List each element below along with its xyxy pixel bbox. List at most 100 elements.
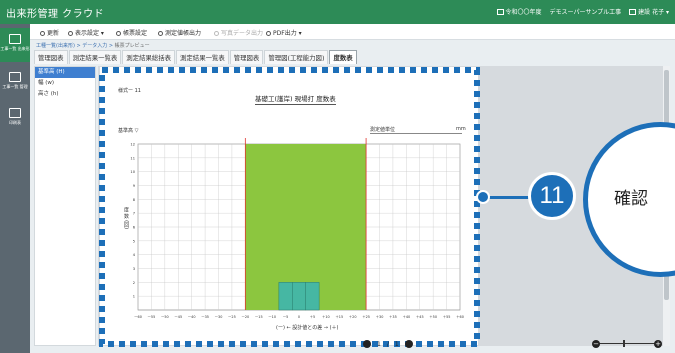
- x-tick-labels: ー60 ー55 ー50 ー45 ー40 ー35 ー30 ー25 ー20 ー15 ー10 ー5 0 ＋5 ＋1…: [134, 315, 464, 319]
- y-tick-label: 4: [133, 253, 136, 257]
- export-values-button[interactable]: 測定値帳出力: [158, 28, 201, 37]
- breadcrumb-link-list[interactable]: 工種一覧(出来形): [36, 43, 75, 49]
- user-menu[interactable]: 建設 花子 ▾: [629, 7, 669, 16]
- page-separator: /: [386, 340, 389, 348]
- export-icon: [158, 31, 163, 36]
- tab-results-summary[interactable]: 測定結果総括表: [122, 50, 176, 64]
- display-icon: [68, 31, 73, 36]
- tab-results-list[interactable]: 測定結果一覧表: [68, 50, 122, 64]
- next-page-button[interactable]: [404, 340, 413, 348]
- form-settings-button[interactable]: 帳票設定: [116, 28, 147, 37]
- y-axis-label: 度 数 (回): [123, 206, 129, 229]
- x-tick-label: ＋25: [362, 315, 370, 319]
- y-tick-label: 2: [133, 281, 135, 285]
- display-settings-button[interactable]: 表示設定 ▾: [68, 28, 104, 37]
- y-tick-label: 10: [130, 170, 135, 174]
- x-tick-label: ＋10: [322, 315, 330, 319]
- bars: [278, 282, 320, 311]
- callout-label: 確認: [614, 189, 648, 209]
- tab-bar: 管理図表 測定結果一覧表 測定結果総括表 測定結果一覧表 管理図表 管理図(工程…: [34, 50, 357, 64]
- rail-item-management[interactable]: 工事一覧 管理: [0, 66, 30, 100]
- table-icon: [9, 108, 21, 118]
- breadcrumb: 工種一覧(出来形) > データ入力 > 帳票プレビュー: [36, 43, 150, 49]
- tab-results-list-2[interactable]: 測定結果一覧表: [176, 50, 229, 64]
- app-window: 出来形管理 クラウド 令和〇〇年度 デモスーパーサンプル工事 建設 花子 ▾ 工…: [0, 0, 675, 353]
- x-axis-label: (ー) ← 設計値との差 → (＋): [276, 324, 339, 331]
- x-tick-label: ー25: [228, 315, 236, 319]
- x-tick-label: ＋5: [310, 315, 316, 319]
- header-info: 令和〇〇年度 デモスーパーサンプル工事 建設 花子 ▾: [496, 7, 669, 16]
- rail-item-progress[interactable]: 工事一覧 出来形: [0, 28, 30, 62]
- x-tick-label: ー45: [174, 315, 182, 319]
- x-tick-label: ＋15: [335, 315, 343, 319]
- list-item[interactable]: 基準高 (H): [35, 67, 95, 78]
- refresh-button[interactable]: 更新: [40, 28, 59, 37]
- step-number-badge: 11: [528, 172, 576, 220]
- user-icon: [629, 9, 637, 15]
- photo-icon: [214, 31, 219, 36]
- list-item[interactable]: 高さ (h): [35, 89, 95, 100]
- tab-frequency-table[interactable]: 度数表: [329, 50, 357, 64]
- frequency-chart: ー60 ー55 ー50 ー45 ー40 ー35 ー30 ー25 ー20 ー15 ー10 ー5 0 ＋5 ＋1…: [123, 138, 464, 331]
- page-total: 1: [394, 340, 399, 348]
- breadcrumb-link-input[interactable]: データ入力: [82, 43, 107, 49]
- fiscal-year[interactable]: 令和〇〇年度: [496, 7, 542, 16]
- list-icon: [9, 72, 21, 82]
- zoom-handle[interactable]: [623, 340, 625, 347]
- list-item[interactable]: 幅 (w): [35, 78, 95, 89]
- y-tick-label: 7: [133, 212, 135, 216]
- zoom-track: [597, 343, 655, 344]
- tab-control-chart[interactable]: 管理図表: [34, 50, 68, 64]
- x-tick-label: ＋45: [416, 315, 424, 319]
- tab-capability-chart[interactable]: 管理図(工程能力図): [264, 50, 329, 64]
- measurement-list: 基準高 (H) 幅 (w) 高さ (h): [34, 66, 96, 346]
- zoom-in-icon[interactable]: +: [654, 340, 662, 348]
- x-tick-label: ＋55: [443, 315, 451, 319]
- y-tick-label: 12: [130, 143, 135, 147]
- y-tick-label: 6: [133, 226, 136, 230]
- x-tick-label: ー50: [161, 315, 169, 319]
- x-tick-label: 0: [298, 315, 300, 319]
- x-tick-label: ＋60: [456, 315, 464, 319]
- y-tick-label: 5: [133, 239, 135, 243]
- zoom-out-icon[interactable]: −: [592, 340, 600, 348]
- x-tick-label: ー30: [215, 315, 223, 319]
- top-header: 出来形管理 クラウド 令和〇〇年度 デモスーパーサンプル工事 建設 花子 ▾: [0, 0, 675, 24]
- refresh-icon: [40, 31, 45, 36]
- report-page: 様式ー 11 基礎工(護岸) 現場打 度数表 基準高 ▽ 測定値単位 mm ー6…: [100, 67, 478, 345]
- y-tick-label: 11: [130, 156, 135, 160]
- bar-0: [278, 282, 293, 311]
- x-tick-label: ＋30: [376, 315, 384, 319]
- x-tick-label: ー40: [188, 315, 196, 319]
- home-icon: [9, 34, 21, 44]
- x-tick-label: ー35: [201, 315, 209, 319]
- pdf-export-button[interactable]: PDF出力 ▾: [266, 28, 302, 37]
- left-rail: 工事一覧 出来形 工事一覧 管理 印刷表: [0, 24, 30, 353]
- app-title: 出来形管理 クラウド: [6, 9, 105, 20]
- toolbar: 更新 表示設定 ▾ 帳票設定 測定値帳出力 写真データ出力 PDF出力 ▾: [30, 24, 675, 40]
- project-name[interactable]: デモスーパーサンプル工事: [550, 7, 622, 16]
- y-tick-label: 9: [133, 184, 136, 188]
- page-current: 1: [377, 340, 381, 348]
- x-tick-label: ー60: [134, 315, 142, 319]
- bar-1: [292, 282, 306, 311]
- prev-page-button[interactable]: [363, 340, 371, 348]
- x-tick-label: ー5: [283, 315, 289, 319]
- export-photo-button[interactable]: 写真データ出力: [214, 28, 263, 37]
- y-tick-labels: 12 11 10 9 8 7 6 5 4 3 2 1: [130, 143, 135, 299]
- x-tick-label: ＋35: [389, 315, 397, 319]
- y-tick-label: 3: [133, 267, 135, 271]
- x-tick-label: ＋50: [429, 315, 437, 319]
- x-tick-label: ＋20: [349, 315, 357, 319]
- tab-control-chart-2[interactable]: 管理図表: [229, 50, 264, 64]
- settings-icon: [116, 31, 121, 36]
- bar-2: [305, 282, 320, 311]
- callout-anchor: [476, 190, 490, 204]
- x-tick-label: ー15: [255, 315, 263, 319]
- rail-item-print[interactable]: 印刷表: [0, 104, 30, 132]
- y-tick-label: 8: [133, 198, 136, 202]
- pdf-icon: [266, 31, 271, 36]
- zoom-slider[interactable]: − +: [592, 340, 662, 348]
- x-tick-label: ＋40: [402, 315, 410, 319]
- breadcrumb-current: 帳票プレビュー: [114, 43, 150, 49]
